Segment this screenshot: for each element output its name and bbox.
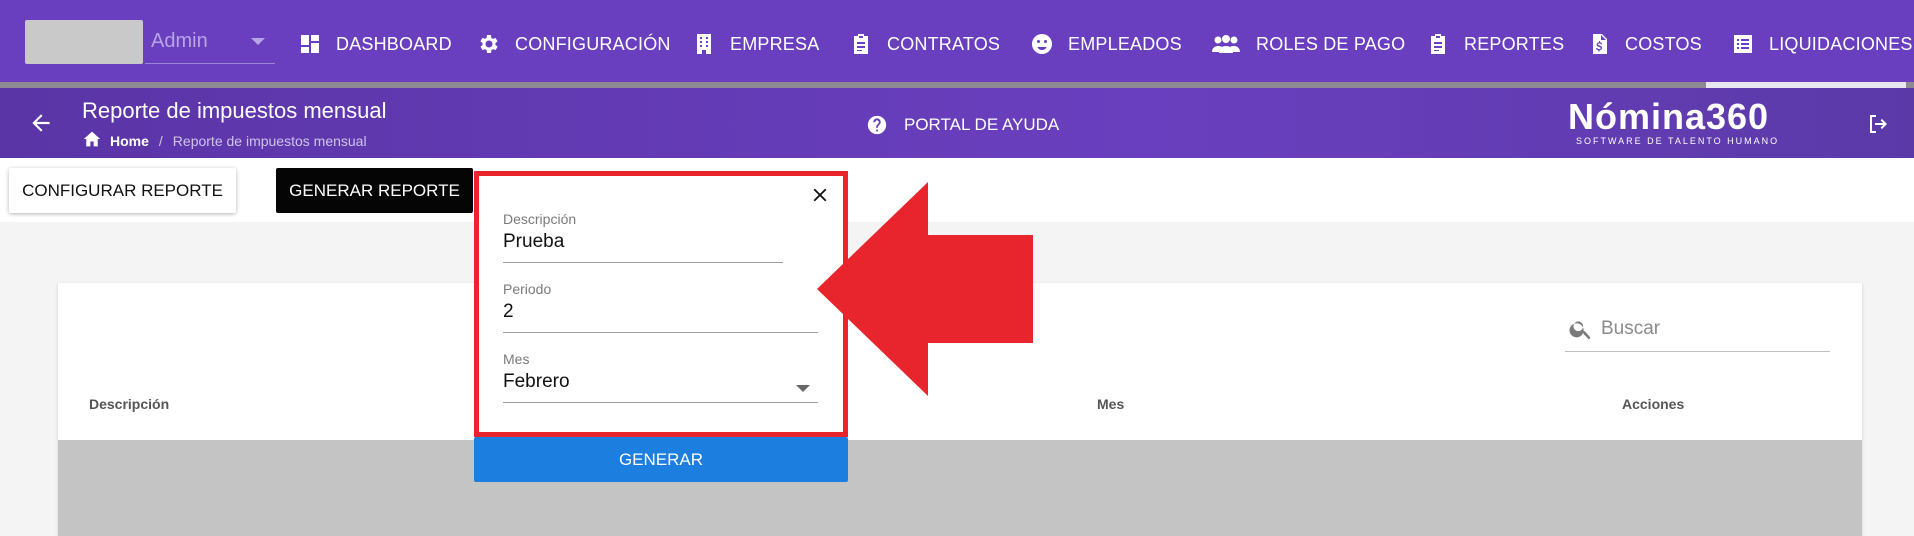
table-body-loading bbox=[58, 440, 1862, 536]
brand-logo: Nómina360 SOFTWARE DE TALENTO HUMANO bbox=[1568, 96, 1788, 146]
people-icon bbox=[1210, 32, 1242, 56]
invoice-icon bbox=[1587, 32, 1611, 56]
chevron-down-icon bbox=[796, 385, 810, 392]
top-navbar: Admin DASHBOARD CONFIGURACIÓN EMPRESA CO… bbox=[0, 0, 1914, 88]
nav-item-label: LIQUIDACIONES bbox=[1769, 33, 1913, 54]
generate-report-popup: Descripción Prueba Periodo 2 Mes Febrero bbox=[474, 171, 848, 437]
nav-item-empresa[interactable]: EMPRESA bbox=[692, 28, 819, 60]
help-portal-label: PORTAL DE AYUDA bbox=[904, 115, 1060, 134]
building-icon bbox=[692, 32, 716, 56]
back-arrow-icon[interactable] bbox=[28, 110, 54, 136]
gear-icon bbox=[477, 32, 501, 56]
nav-item-costos[interactable]: COSTOS bbox=[1587, 28, 1702, 60]
search-placeholder: Buscar bbox=[1601, 318, 1661, 339]
nav-item-label: CONTRATOS bbox=[887, 33, 1001, 54]
description-field[interactable]: Descripción Prueba bbox=[503, 211, 783, 263]
nav-item-label: ROLES DE PAGO bbox=[1256, 33, 1406, 54]
nav-item-contratos[interactable]: CONTRATOS bbox=[849, 28, 1000, 60]
description-label: Descripción bbox=[503, 211, 577, 227]
column-header-acciones: Acciones bbox=[1622, 396, 1685, 412]
generate-button[interactable]: GENERAR bbox=[474, 437, 848, 482]
column-header-descripcion[interactable]: Descripción bbox=[89, 396, 169, 412]
configure-report-button[interactable]: CONFIGURAR REPORTE bbox=[9, 168, 236, 213]
breadcrumb: Home / Reporte de impuestos mensual bbox=[82, 130, 367, 151]
nav-item-empleados[interactable]: EMPLEADOS bbox=[1030, 28, 1182, 60]
help-portal-link[interactable]: PORTAL DE AYUDA bbox=[866, 114, 1059, 136]
month-label: Mes bbox=[503, 351, 530, 367]
page-header: Reporte de impuestos mensual Home / Repo… bbox=[0, 88, 1914, 158]
column-header-mes[interactable]: Mes bbox=[1097, 396, 1124, 412]
dashboard-icon bbox=[298, 32, 322, 56]
search-field[interactable]: Buscar bbox=[1565, 312, 1830, 352]
nav-item-configuracion[interactable]: CONFIGURACIÓN bbox=[477, 28, 671, 60]
face-icon bbox=[1030, 32, 1054, 56]
month-select-value[interactable]: Febrero bbox=[503, 371, 818, 403]
chevron-down-icon bbox=[251, 38, 265, 45]
list-icon bbox=[1731, 32, 1755, 56]
period-input[interactable]: 2 bbox=[503, 301, 818, 333]
nav-item-label: EMPRESA bbox=[730, 33, 820, 54]
nav-item-label: COSTOS bbox=[1625, 33, 1702, 54]
page-title: Reporte de impuestos mensual bbox=[82, 98, 387, 123]
nav-item-liquidaciones[interactable]: LIQUIDACIONES bbox=[1731, 28, 1913, 60]
description-input[interactable]: Prueba bbox=[503, 231, 783, 263]
period-field[interactable]: Periodo 2 bbox=[503, 281, 818, 333]
nav-item-reportes[interactable]: REPORTES bbox=[1426, 28, 1564, 60]
nav-item-label: CONFIGURACIÓN bbox=[515, 33, 671, 54]
company-logo-placeholder bbox=[25, 20, 143, 64]
company-select[interactable]: Admin bbox=[145, 20, 275, 64]
home-icon[interactable] bbox=[82, 130, 102, 151]
nav-item-label: REPORTES bbox=[1464, 33, 1565, 54]
generate-report-button[interactable]: GENERAR REPORTE bbox=[276, 168, 473, 213]
period-label: Periodo bbox=[503, 281, 552, 297]
nav-item-dashboard[interactable]: DASHBOARD bbox=[298, 28, 452, 60]
annotation-arrow-icon bbox=[817, 182, 1033, 396]
company-select-value: Admin bbox=[151, 30, 208, 52]
month-select[interactable]: Mes Febrero bbox=[503, 351, 818, 403]
brand-logo-tagline: SOFTWARE DE TALENTO HUMANO bbox=[1576, 136, 1780, 146]
logout-icon[interactable] bbox=[1866, 112, 1890, 141]
nav-item-label: EMPLEADOS bbox=[1068, 33, 1182, 54]
help-circle-icon bbox=[867, 115, 887, 135]
breadcrumb-separator: / bbox=[158, 132, 163, 149]
nav-item-roles-de-pago[interactable]: ROLES DE PAGO bbox=[1210, 28, 1405, 60]
clipboard-icon bbox=[849, 32, 873, 56]
search-icon bbox=[1569, 321, 1591, 340]
nav-item-label: DASHBOARD bbox=[336, 33, 452, 54]
breadcrumb-home-link[interactable]: Home bbox=[110, 133, 149, 149]
breadcrumb-current: Reporte de impuestos mensual bbox=[172, 132, 367, 149]
brand-logo-main: Nómina360 bbox=[1568, 96, 1770, 137]
clipboard-icon bbox=[1426, 32, 1450, 56]
